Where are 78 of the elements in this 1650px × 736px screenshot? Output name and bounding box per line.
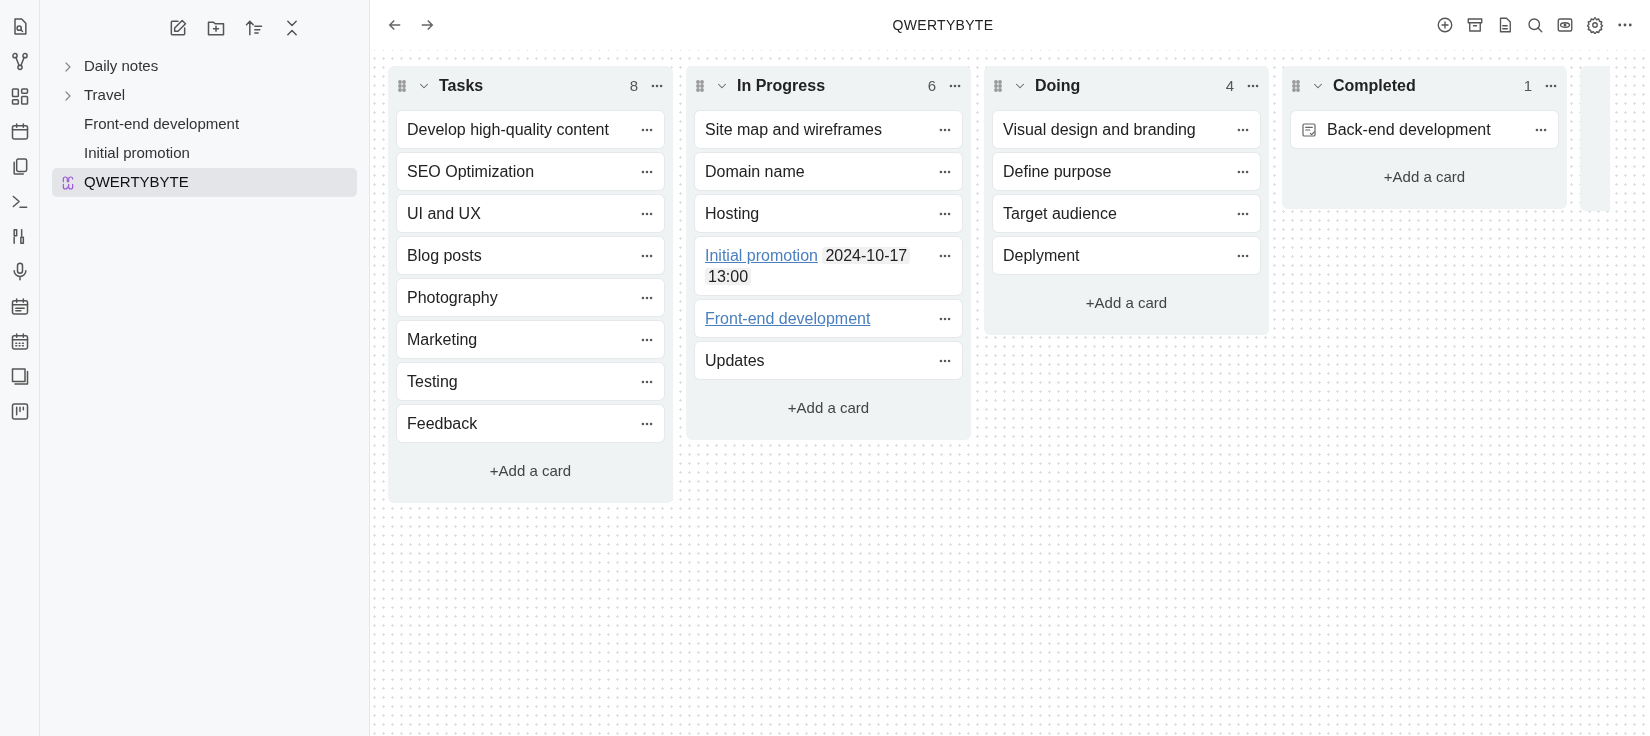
card-count: 8 (629, 75, 638, 96)
add-card-button[interactable]: +Add a card (397, 442, 664, 495)
card-title: Deplyment (1003, 247, 1080, 264)
stacked-squares-icon[interactable] (9, 366, 30, 387)
sidebar-item[interactable]: Travel (52, 81, 357, 110)
kanban-card[interactable]: Site map and wireframes (695, 111, 962, 148)
add-circle-icon[interactable] (1436, 16, 1454, 34)
kanban-card[interactable]: Feedback (397, 405, 664, 442)
kanban-card[interactable]: Marketing (397, 321, 664, 358)
card-title: SEO Optimization (407, 163, 535, 180)
drag-handle-icon[interactable] (695, 79, 705, 93)
grid-icon[interactable] (9, 86, 30, 107)
search-icon[interactable] (1526, 16, 1544, 34)
kanban-card[interactable]: Photography (397, 279, 664, 316)
card-title: UI and UX (407, 205, 481, 222)
sort-icon[interactable] (243, 18, 264, 38)
calendar-icon[interactable] (9, 121, 30, 142)
kanban-icon[interactable] (9, 401, 30, 422)
sidebar-item[interactable]: Daily notes (52, 52, 357, 81)
card-title: Back-end development (1327, 121, 1491, 138)
card-title: Domain name (705, 163, 805, 180)
note-link[interactable]: Front-end development (705, 310, 871, 327)
lane-title: Tasks (439, 76, 485, 96)
add-card-button[interactable]: +Add a card (1291, 148, 1558, 201)
kanban-card[interactable]: Define purpose (993, 153, 1260, 190)
kanban-card[interactable]: Back-end development (1291, 111, 1558, 148)
lane-title: Completed (1333, 76, 1417, 96)
sidebar-item[interactable]: QWERTYBYTE (52, 168, 357, 197)
kanban-card[interactable]: Front-end development (695, 300, 962, 337)
add-card-button[interactable]: +Add a card (695, 379, 962, 432)
kanban-card[interactable]: Develop high-quality content (397, 111, 664, 148)
add-card-button[interactable]: +Add a card (993, 274, 1260, 327)
kanban-card[interactable]: UI and UX (397, 195, 664, 232)
card-title: Hosting (705, 205, 760, 222)
kanban-card[interactable]: Testing (397, 363, 664, 400)
new-folder-icon[interactable] (205, 18, 226, 38)
sidebar-item[interactable]: Initial promotion (52, 139, 357, 168)
card-title: Marketing (407, 331, 478, 348)
kanban-board-icon (60, 174, 76, 191)
sidebar-item[interactable]: Front-end development (52, 110, 357, 139)
kanban-card[interactable]: Visual design and branding (993, 111, 1260, 148)
note-card-icon (1301, 122, 1317, 138)
note-link[interactable]: Initial promotion (705, 247, 818, 264)
kanban-card[interactable]: Updates (695, 342, 962, 379)
drag-handle-icon[interactable] (1291, 79, 1301, 93)
lane-title: Doing (1035, 76, 1082, 96)
card-count: 1 (1523, 75, 1532, 96)
kanban-card[interactable]: Target audience (993, 195, 1260, 232)
graph-icon[interactable] (9, 51, 30, 72)
archive-icon[interactable] (1466, 16, 1484, 34)
card-title: Develop high-quality content (407, 121, 609, 138)
kanban-card[interactable]: Blog posts (397, 237, 664, 274)
due-time: 13:00 (705, 268, 752, 285)
eye-icon[interactable] (1556, 16, 1574, 34)
card-title: Testing (407, 373, 458, 390)
card-title: Feedback (407, 415, 478, 432)
kanban-card[interactable]: Initial promotion 2024-10-17 13:00 (695, 237, 962, 295)
settings-icon[interactable] (1586, 16, 1604, 34)
card-title: Site map and wireframes (705, 121, 882, 138)
calendar-list-icon[interactable] (9, 296, 30, 317)
kanban-card[interactable]: SEO Optimization (397, 153, 664, 190)
calendar-grid-icon[interactable] (9, 331, 30, 352)
drag-handle-icon[interactable] (993, 79, 1003, 93)
card-title: Updates (705, 352, 765, 369)
card-count: 4 (1225, 75, 1234, 96)
kanban-card[interactable]: Hosting (695, 195, 962, 232)
card-title: Target audience (1003, 205, 1117, 222)
drag-handle-icon[interactable] (397, 79, 407, 93)
card-title: Visual design and branding (1003, 121, 1196, 138)
lane-title: In Progress (737, 76, 827, 96)
card-title: Photography (407, 289, 498, 306)
kanban-card[interactable]: Domain name (695, 153, 962, 190)
due-date: 2024-10-17 (822, 247, 911, 264)
card-title: Define purpose (1003, 163, 1112, 180)
window-title: QWERTYBYTE (892, 16, 994, 33)
card-count: 6 (927, 75, 936, 96)
kanban-card[interactable]: Deplyment (993, 237, 1260, 274)
card-title: Blog posts (407, 247, 482, 264)
